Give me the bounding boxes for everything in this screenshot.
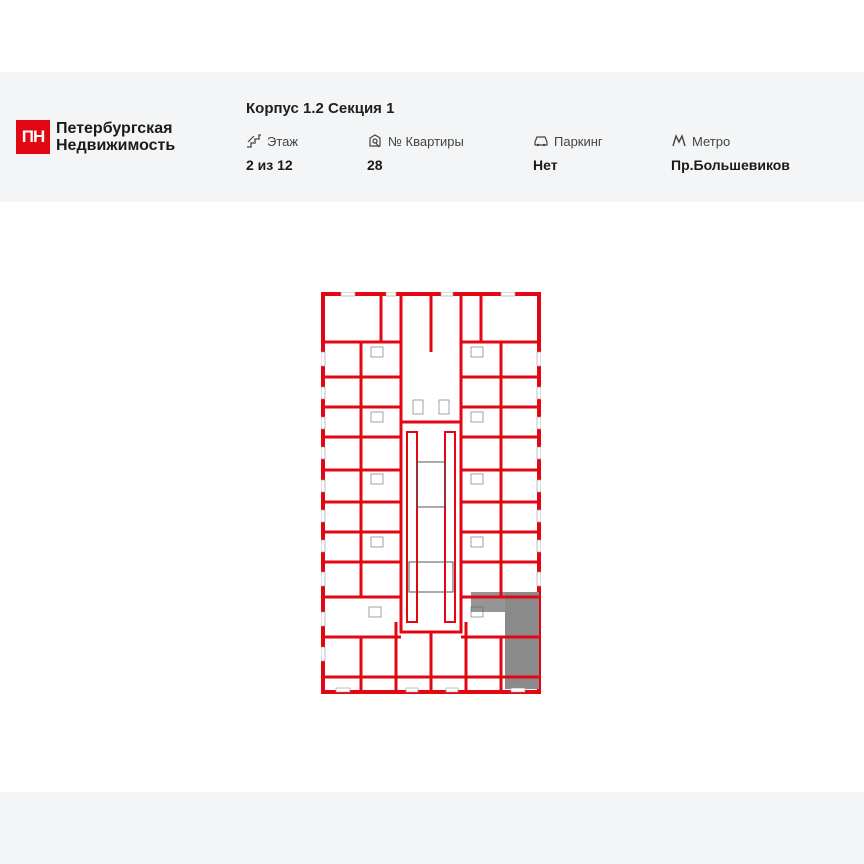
- stairs-icon: [247, 134, 261, 148]
- floor-value: 2 из 12: [246, 157, 293, 173]
- floor-label: Этаж: [267, 133, 299, 149]
- metro-value: Пр.Большевиков: [671, 157, 790, 173]
- parking-value: Нет: [533, 157, 558, 173]
- apartment-label: № Квартиры: [388, 133, 464, 149]
- metro-label: Метро: [692, 133, 731, 149]
- logo-line-1: Петербургская: [56, 120, 173, 137]
- brand-logo[interactable]: ПН Петербургская Недвижимость: [16, 120, 175, 154]
- floor-field: Этаж 2 из 12: [246, 133, 299, 174]
- apartment-value: 28: [367, 157, 383, 173]
- floor-plan-drawing: [320, 291, 542, 697]
- parking-field: Паркинг Нет: [533, 133, 603, 174]
- key-icon: [369, 134, 381, 148]
- selected-apartment[interactable]: [505, 592, 539, 689]
- parking-label: Паркинг: [554, 133, 603, 149]
- metro-icon: [672, 134, 686, 147]
- metro-field: Метро Пр.Большевиков: [671, 133, 790, 174]
- footer-panel: [0, 792, 864, 864]
- logo-text: Петербургская Недвижимость: [56, 120, 175, 154]
- logo-line-2: Недвижимость: [56, 137, 176, 154]
- top-band: [0, 0, 864, 72]
- logo-mark: ПН: [16, 120, 50, 154]
- building-section-title: Корпус 1.2 Секция 1: [246, 100, 395, 117]
- car-icon: [534, 136, 548, 147]
- apartment-field: № Квартиры 28: [367, 133, 464, 174]
- floor-plan[interactable]: [320, 291, 542, 697]
